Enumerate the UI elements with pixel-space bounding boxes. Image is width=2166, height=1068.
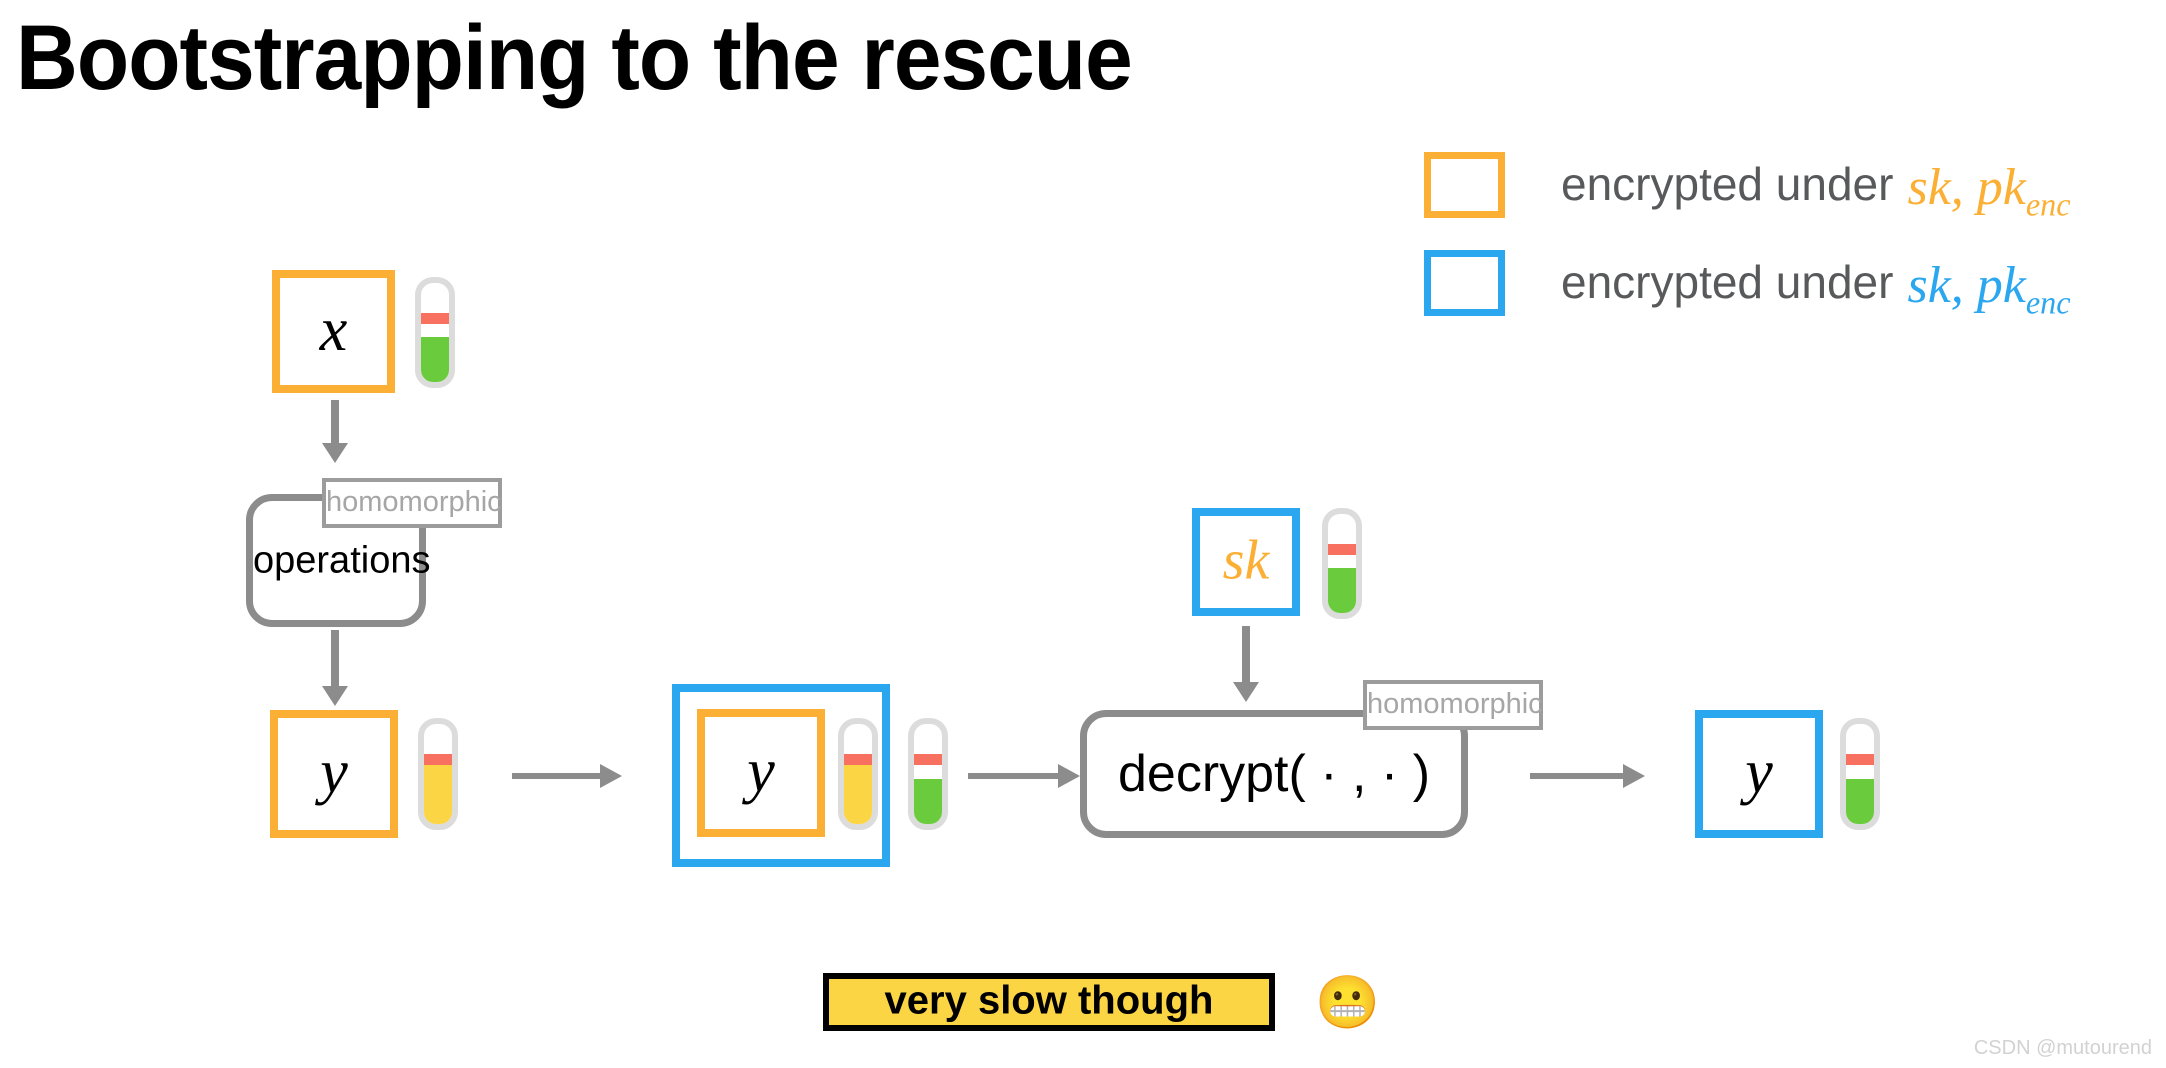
page-title: Bootstrapping to the rescue [16,7,1133,109]
arrow-x-to-operations-icon [322,400,348,463]
y-final-noise-meter-fill [1846,779,1874,824]
box-y-orange: y [270,710,398,838]
op-box-operations-label: operations [253,539,431,581]
legend-text-orange: encrypted under [1561,158,1894,210]
legend-math-main-orange: sk, pk [1907,159,2026,216]
box-y-final: y [1695,710,1823,838]
sk-noise-meter-threshold-icon [1328,543,1356,555]
y-orange-noise-meter [418,718,458,830]
tag-box-decrypt-homomorphic: homomorphic [1363,680,1543,730]
x-noise-meter-threshold-icon [421,312,449,324]
box-y-nested-inner-label: y [747,737,775,806]
y-nested-inner-noise-meter [838,718,878,830]
legend-text-blue: encrypted under [1561,256,1894,308]
legend-math-blue: sk, pkenc [1907,257,2070,320]
x-noise-meter-fill [421,337,449,382]
x-noise-meter [415,277,455,388]
legend-math-orange: sk, pkenc [1907,159,2070,222]
box-sk-label: sk [1222,529,1270,592]
arrow-y-to-nested-icon [512,764,622,788]
box-y-final-label: y [1745,738,1773,807]
legend-math-sub-orange: enc [2025,186,2071,223]
arrow-operations-to-y-icon [322,630,348,706]
arrow-nested-to-decrypt-icon [968,764,1080,788]
legend-swatch-blue-icon [1424,250,1505,316]
box-x-input: x [272,270,395,393]
tag-box-operations-homomorphic: homomorphic [322,478,502,528]
box-y-nested-inner: y [697,709,825,837]
legend-math-sub-blue: enc [2025,284,2071,321]
y-nested-inner-noise-meter-threshold-icon [844,754,872,765]
legend-swatch-orange-icon [1424,152,1505,218]
arrow-sk-to-decrypt-icon [1233,626,1259,702]
legend-math-main-blue: sk, pk [1907,257,2026,314]
box-y-orange-label: y [320,738,348,807]
y-nested-outer-noise-meter-threshold-icon [914,754,942,765]
y-final-noise-meter [1840,718,1880,830]
y-nested-outer-noise-meter-fill [914,779,942,824]
status-banner: very slow though [823,973,1275,1031]
legend-label-blue: encrypted under sk, pkenc [1561,243,2071,337]
tag-box-operations-label: homomorphic [326,485,502,518]
legend-label-orange: encrypted under sk, pkenc [1561,145,2071,239]
op-box-decrypt-label: decrypt( · , · ) [1117,745,1431,803]
sk-noise-meter-fill [1328,568,1356,613]
box-sk: sk [1192,508,1300,616]
slide-canvas: Bootstrapping to the rescue encrypted un… [0,0,2166,1068]
box-x-label: x [319,295,348,364]
sk-noise-meter [1322,508,1362,619]
grimacing-face-icon: 😬 [1315,974,1380,1032]
y-orange-noise-meter-threshold-icon [424,754,452,765]
watermark: CSDN @mutourend [1973,1037,2152,1059]
tag-box-decrypt-label: homomorphic [1367,687,1543,720]
arrow-decrypt-to-final-y-icon [1530,764,1645,788]
y-final-noise-meter-threshold-icon [1846,754,1874,765]
status-banner-label: very slow though [884,978,1214,1023]
y-nested-outer-noise-meter [908,718,948,830]
